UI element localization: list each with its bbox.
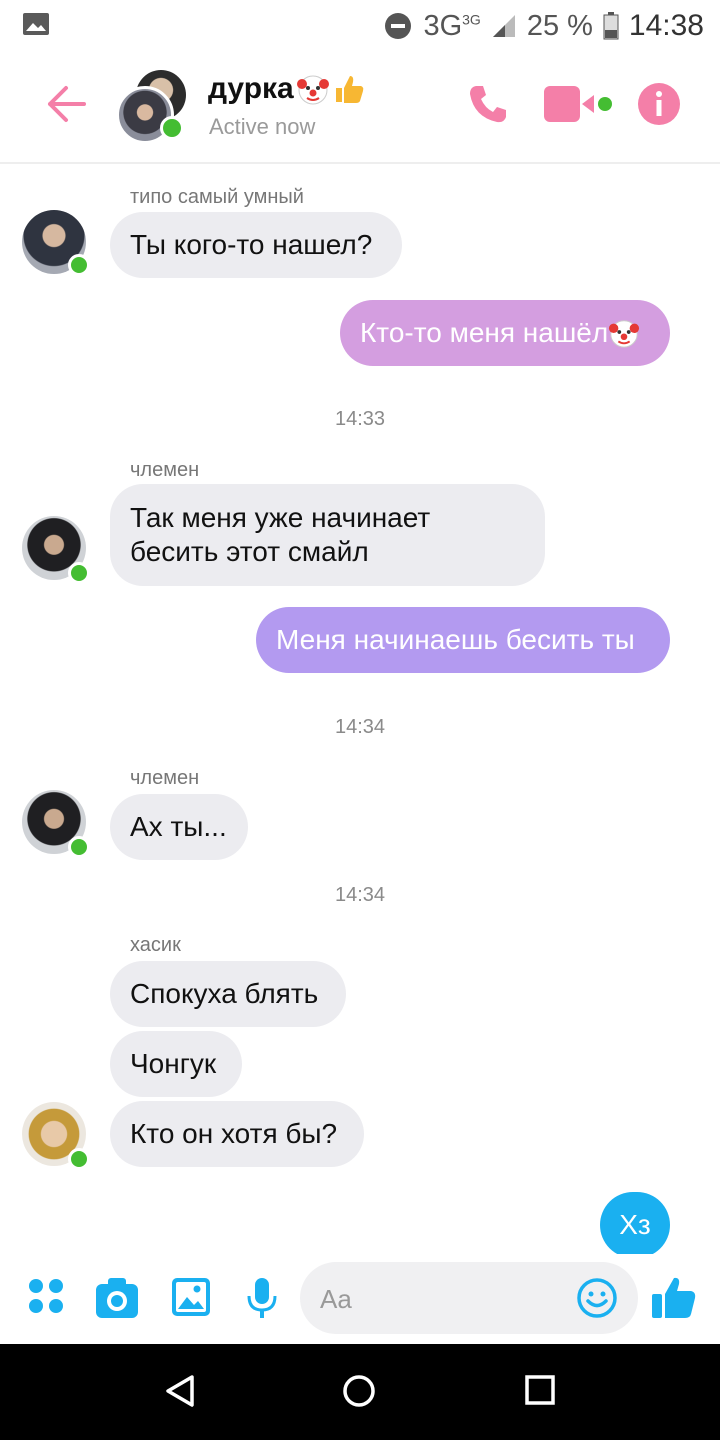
nav-home-icon[interactable] (342, 1374, 376, 1408)
clown-emoji-icon (296, 75, 329, 105)
info-icon[interactable] (637, 82, 681, 126)
online-indicator (68, 1148, 90, 1170)
online-indicator (160, 116, 184, 140)
camera-icon[interactable] (94, 1276, 140, 1320)
timestamp: 14:34 (334, 716, 386, 738)
battery-icon (603, 12, 619, 40)
back-arrow-icon[interactable] (44, 82, 88, 126)
sender-name: хасик (130, 934, 181, 956)
message-input[interactable] (318, 1280, 572, 1318)
online-indicator (68, 836, 90, 858)
video-call-icon[interactable] (544, 86, 614, 122)
message-bubble-outgoing[interactable]: Кто-то меня нашёл (340, 300, 670, 366)
emoji-picker-icon[interactable] (576, 1277, 618, 1319)
nav-recents-icon[interactable] (524, 1374, 556, 1406)
sender-name: члемен (130, 459, 200, 481)
message-input-container (300, 1262, 638, 1334)
battery-percent: 25 % (526, 9, 593, 42)
chat-header: дурка Active now (0, 52, 720, 164)
do-not-disturb-icon (385, 13, 412, 39)
active-status: Active now (209, 114, 316, 139)
message-bubble-incoming[interactable]: Чонгук (110, 1031, 242, 1097)
system-nav-bar (0, 1344, 720, 1440)
nav-back-icon[interactable] (164, 1374, 196, 1408)
timestamp: 14:34 (334, 884, 386, 906)
message-bubble-outgoing[interactable]: Меня начинаешь бесить ты (256, 607, 670, 673)
microphone-icon[interactable] (246, 1276, 278, 1320)
chat-title[interactable]: дурка (208, 72, 366, 106)
signal-icon (492, 15, 515, 37)
message-bubble-incoming[interactable]: Ах ты... (110, 794, 248, 860)
sender-name: члемен (130, 767, 200, 789)
message-bubble-incoming[interactable]: Кто он хотя бы? (110, 1101, 364, 1167)
clock: 14:38 (628, 9, 704, 42)
gallery-notification-icon (23, 13, 49, 35)
online-indicator (68, 562, 90, 584)
message-bubble-incoming[interactable]: Ты кого-то нашел? (110, 212, 402, 278)
thumbs-up-icon[interactable] (650, 1274, 698, 1322)
message-bubble-incoming[interactable]: Так меня уже начинает бесить этот смайл (110, 484, 545, 586)
status-bar: 3G3G 25 % 14:38 (0, 0, 720, 52)
network-type: 3G3G (423, 9, 481, 42)
message-composer (0, 1254, 720, 1344)
message-list: типо самый умный Ты кого-то нашел? Кто-т… (0, 164, 720, 1258)
online-indicator (68, 254, 90, 276)
gallery-icon[interactable] (170, 1276, 212, 1318)
timestamp: 14:33 (334, 408, 386, 430)
phone-call-icon[interactable] (466, 82, 510, 126)
sender-name: типо самый умный (130, 186, 304, 208)
thumbs-up-emoji-icon (335, 76, 363, 103)
more-apps-icon[interactable] (26, 1276, 66, 1316)
message-bubble-outgoing[interactable]: Хз (600, 1192, 670, 1258)
message-bubble-incoming[interactable]: Спокуха блять (110, 961, 346, 1027)
group-avatar[interactable] (116, 70, 192, 146)
clown-emoji-icon (609, 320, 640, 348)
